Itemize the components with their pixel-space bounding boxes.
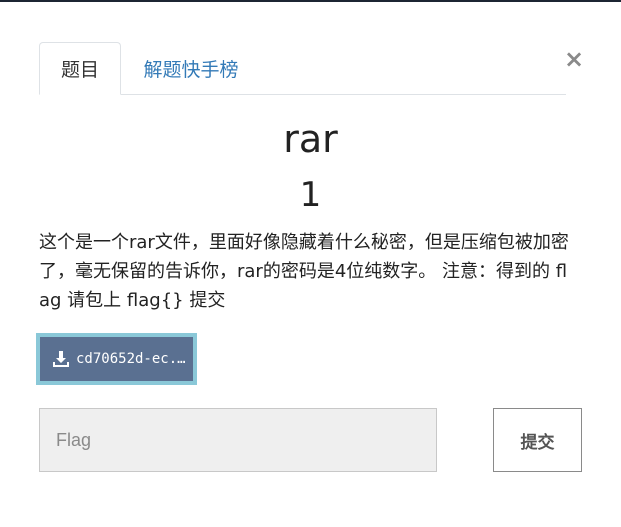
file-name: cd70652d-ec...: [76, 351, 193, 367]
tab-challenge[interactable]: 题目: [39, 42, 121, 95]
challenge-value: 1: [299, 175, 322, 215]
tab-solves[interactable]: 解题快手榜: [135, 42, 247, 94]
tab-bar: 题目 解题快手榜: [39, 42, 566, 95]
challenge-name: rar: [283, 117, 338, 161]
file-download-button[interactable]: cd70652d-ec...: [36, 333, 197, 385]
challenge-modal: × 题目 解题快手榜 rar 1 这个是一个rar文件，里面好像隐藏着什么秘密，…: [0, 0, 621, 527]
challenge-description: 这个是一个rar文件，里面好像隐藏着什么秘密，但是压缩包被加密了，毫无保留的告诉…: [39, 232, 569, 311]
flag-input[interactable]: [39, 408, 437, 472]
submit-button[interactable]: 提交: [493, 408, 582, 472]
download-icon: [53, 351, 69, 367]
